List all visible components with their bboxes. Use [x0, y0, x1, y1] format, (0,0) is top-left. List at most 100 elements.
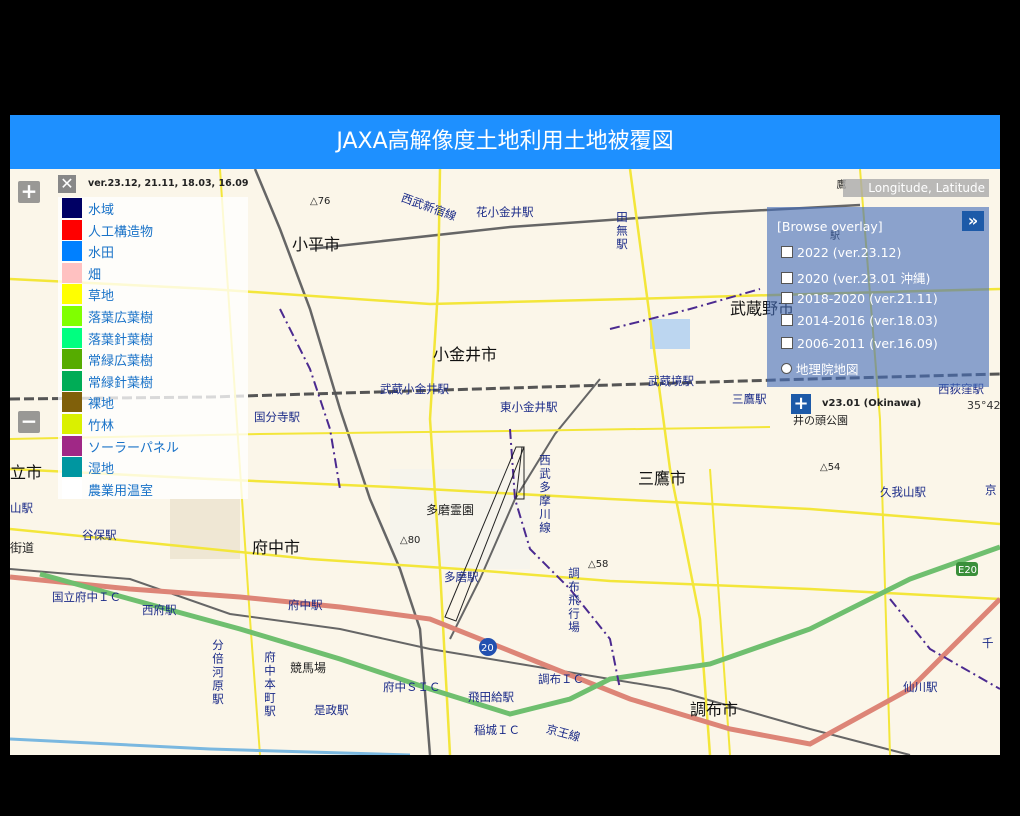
legend-item: 落葉針葉樹 [58, 327, 248, 349]
station-label: 稲城ＩＣ [474, 723, 520, 737]
station-label: 調布ＩＣ [538, 672, 584, 686]
overlay-checkbox-option[interactable]: 2022 (ver.23.12) [781, 245, 901, 263]
place-label: 多磨霊園 [426, 503, 475, 517]
place-label: 競馬場 [290, 661, 327, 675]
zoom-in-button[interactable]: + [18, 181, 40, 203]
station-label: 多磨駅 [444, 570, 479, 584]
station-label: 西武多摩川線 [538, 454, 552, 535]
place-label: △54 [820, 462, 841, 473]
station-label: 田無駅 [615, 211, 629, 252]
station-label: 仙川駅 [903, 680, 938, 694]
legend-item: 人工構造物 [58, 219, 248, 241]
legend-label: 常緑広葉樹 [88, 354, 154, 370]
place-label: 井の頭公園 [793, 414, 848, 427]
station-label: 国立府中ＩＣ [52, 590, 121, 604]
legend-swatch [62, 478, 82, 499]
station-label: 久我山駅 [880, 485, 926, 499]
overlay-checkbox-option[interactable]: 2006-2011 (ver.16.09) [781, 336, 938, 354]
station-label: 花小金井駅 [476, 205, 534, 219]
station-label: 東小金井駅 [500, 400, 558, 414]
legend-item: 常緑広葉樹 [58, 348, 248, 370]
city-label-kodaira: 小平市 [292, 235, 341, 254]
station-label: 千 [982, 636, 994, 650]
legend-swatch [62, 392, 82, 413]
overlay-checkbox-option[interactable]: 2020 (ver.23.01 沖縄) [781, 268, 930, 286]
overlay-title: [Browse overlay] [777, 219, 883, 234]
city-label-mitaka: 三鷹市 [638, 469, 687, 488]
legend-swatch [62, 435, 82, 456]
svg-text:E20: E20 [958, 565, 977, 576]
browse-overlay-panel: [Browse overlay] » 2022 (ver.23.12) 2020 … [767, 207, 989, 387]
city-label-tachikawa: 立市 [10, 463, 43, 482]
station-label: 武蔵小金井駅 [380, 382, 449, 396]
zoom-out-button[interactable]: − [18, 411, 40, 433]
coordinate-readout: Longitude, Latitude [843, 179, 989, 197]
checkbox[interactable] [781, 246, 793, 258]
legend-item: 常緑針葉樹 [58, 370, 248, 392]
legend-label: 水域 [88, 203, 115, 218]
legend-swatch [62, 198, 82, 218]
overlay-option-label: 2018-2020 (ver.21.11) [797, 290, 938, 306]
city-label-koganei: 小金井市 [433, 345, 498, 364]
overlay-checkbox-option[interactable]: 2018-2020 (ver.21.11) [781, 291, 938, 309]
station-label: 是政駅 [314, 703, 349, 717]
station-label: 府中駅 [288, 598, 323, 612]
place-label: △76 [310, 196, 331, 207]
station-label: 府中本町駅 [263, 651, 277, 719]
legend-item: 水域 [58, 197, 248, 219]
overlay-option-label: 地理院地図 [796, 362, 859, 377]
city-label-fuchu: 府中市 [252, 538, 301, 557]
station-label: 調布飛行場 [567, 567, 581, 635]
station-label: 国分寺駅 [254, 410, 300, 424]
collapse-panel-button[interactable]: » [962, 211, 984, 231]
legend-swatch [62, 349, 82, 370]
basemap-radio-option[interactable]: 地理院地図 [781, 359, 859, 377]
app-title-bar: JAXA高解像度土地利用土地被覆図 [10, 115, 1000, 169]
place-label: △80 [400, 535, 421, 546]
legend-item: 畑 [58, 262, 248, 284]
legend-label: 落葉針葉樹 [88, 332, 154, 348]
station-label: 京 [985, 483, 997, 497]
station-label: 飛田給駅 [468, 690, 514, 704]
legend-swatch [62, 241, 82, 262]
station-label: 分倍河原駅 [211, 639, 225, 707]
legend-label: 裸地 [88, 397, 115, 413]
overlay-option-label: 2022 (ver.23.12) [797, 245, 902, 260]
checkbox[interactable] [781, 314, 793, 327]
legend-label: 畑 [88, 267, 102, 283]
expand-okinawa-button[interactable]: + [791, 394, 811, 414]
legend-label: 落葉広葉樹 [88, 310, 154, 326]
legend-label: 農業用温室 [88, 483, 154, 499]
overlay-checkbox-option[interactable]: 2014-2016 (ver.18.03) [781, 313, 938, 331]
legend-close-button[interactable]: ✕ [58, 175, 76, 193]
city-label-chofu: 調布市 [690, 700, 739, 719]
legend-item: 農業用温室 [58, 478, 248, 500]
legend-label: 人工構造物 [88, 224, 154, 240]
overlay-option-label: 2006-2011 (ver.16.09) [797, 336, 938, 352]
checkbox[interactable] [781, 337, 793, 350]
legend-item: 竹林 [58, 413, 248, 435]
legend-swatch [62, 327, 82, 348]
legend-swatch [62, 305, 82, 326]
station-label: 谷保駅 [82, 528, 117, 542]
okinawa-version-label: v23.01 (Okinawa) [822, 398, 922, 409]
legend-label: 湿地 [88, 462, 115, 478]
legend-swatch [62, 219, 82, 240]
checkbox[interactable] [781, 291, 793, 304]
legend-swatch [62, 413, 82, 434]
legend-list: 水域 人工構造物 水田畑草地 落葉広葉樹 落葉針葉樹 常緑広葉樹 常緑針葉樹 裸地 竹林 ソーラー… [58, 197, 248, 500]
latitude-partial: 35°42 [967, 399, 1000, 412]
page-title: JAXA高解像度土地利用土地被覆図 [336, 129, 674, 154]
legend-label: 竹林 [88, 418, 115, 434]
legend-swatch [62, 457, 82, 478]
checkbox[interactable] [781, 271, 793, 284]
legend-label: 常緑針葉樹 [88, 375, 154, 391]
station-label: 武蔵境駅 [648, 374, 694, 388]
overlay-option-label: 2020 (ver.23.01 沖縄) [797, 270, 931, 286]
radio-button[interactable] [781, 363, 792, 374]
legend-swatch [62, 262, 82, 283]
legend-item: 水田 [58, 240, 248, 262]
svg-text:20: 20 [481, 643, 494, 654]
legend-swatch [62, 284, 82, 305]
map-view[interactable]: E20 20 小平市 小金井市 武蔵野市 三鷹市 府中市 調布市 立市 花小金井… [10, 169, 1000, 755]
